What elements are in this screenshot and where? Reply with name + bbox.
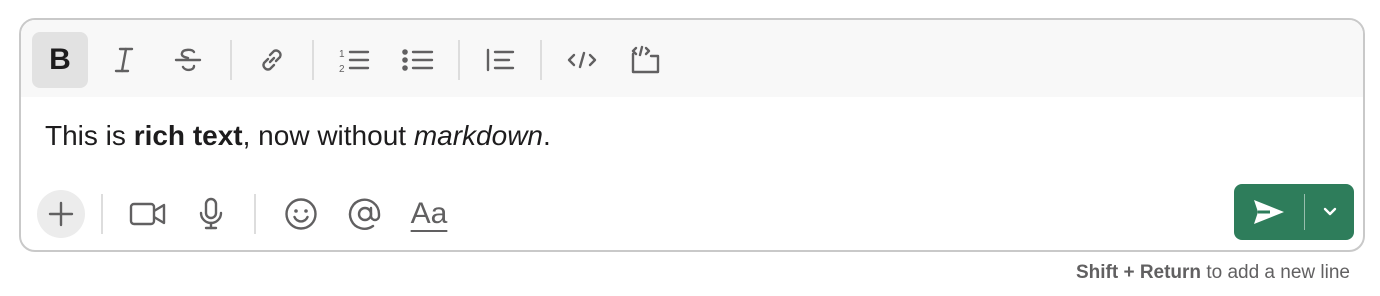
code-button[interactable] — [554, 32, 610, 88]
italic-button[interactable] — [96, 32, 152, 88]
audio-clip-button[interactable] — [187, 190, 235, 238]
message-input[interactable]: This is rich text, now without markdown. — [45, 116, 551, 156]
message-composer: B 1 2 This is rich text, now without mar… — [19, 18, 1365, 252]
toolbar-divider — [312, 40, 314, 80]
code-icon — [567, 51, 597, 69]
attach-button[interactable] — [37, 190, 85, 238]
code-block-icon — [631, 45, 660, 74]
formatting-toolbar: B 1 2 — [21, 20, 1363, 97]
toolbar-divider — [540, 40, 542, 80]
editor-text: . — [543, 120, 551, 151]
bulleted-list-button[interactable] — [390, 32, 446, 88]
emoji-button[interactable] — [277, 190, 325, 238]
italic-icon — [114, 47, 134, 73]
bulleted-list-icon — [402, 49, 434, 71]
composer-actions: Aa — [21, 184, 1363, 250]
toolbar-divider — [230, 40, 232, 80]
toolbar-divider — [458, 40, 460, 80]
editor-text: This is — [45, 120, 134, 151]
send-icon — [1254, 200, 1284, 224]
microphone-icon — [199, 197, 223, 230]
svg-text:2: 2 — [339, 64, 345, 75]
code-block-button[interactable] — [618, 32, 674, 88]
bold-button[interactable]: B — [32, 32, 88, 88]
send-button[interactable] — [1234, 184, 1304, 240]
ordered-list-icon: 1 2 — [339, 49, 370, 75]
editor-text: , now without — [242, 120, 414, 151]
keyboard-hint: Shift + Return to add a new line — [1076, 262, 1350, 284]
toolbar-divider — [254, 194, 256, 234]
text-format-button[interactable]: Aa — [405, 190, 453, 238]
strikethrough-icon — [174, 48, 202, 72]
schedule-send-button[interactable] — [1305, 184, 1354, 240]
toolbar-divider — [101, 194, 103, 234]
blockquote-button[interactable] — [472, 32, 528, 88]
editor-italic-text: markdown — [413, 120, 543, 151]
plus-icon — [48, 201, 74, 227]
strikethrough-button[interactable] — [160, 32, 216, 88]
hint-keys: Shift + Return — [1075, 262, 1202, 283]
ordered-list-button[interactable]: 1 2 — [326, 32, 382, 88]
video-icon — [129, 202, 166, 226]
svg-text:1: 1 — [339, 49, 345, 60]
video-clip-button[interactable] — [124, 190, 172, 238]
send-button-group — [1234, 184, 1354, 240]
editor-bold-text: rich text — [133, 120, 243, 151]
emoji-icon — [285, 198, 317, 230]
text-format-icon: Aa — [410, 197, 448, 230]
chevron-down-icon — [1323, 207, 1336, 216]
hint-text: to add a new line — [1201, 262, 1350, 283]
mention-icon — [348, 198, 381, 230]
blockquote-icon — [486, 48, 515, 72]
bold-icon: B — [49, 43, 71, 76]
link-button[interactable] — [244, 32, 300, 88]
mention-button[interactable] — [341, 190, 389, 238]
link-icon — [262, 49, 282, 71]
